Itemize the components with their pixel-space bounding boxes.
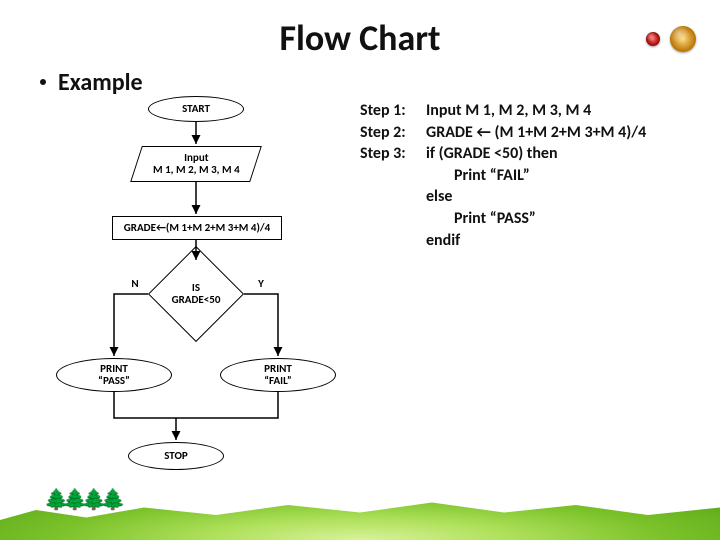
input-line1: Input xyxy=(184,151,208,164)
print-pass: PRINT “PASS” xyxy=(56,358,172,392)
decoration-spheres xyxy=(646,26,696,52)
step3-value: if (GRADE <50) then xyxy=(426,143,700,165)
fail-line1: PRINT xyxy=(264,362,292,375)
stop-terminal: STOP xyxy=(128,442,224,470)
sphere-gold-icon xyxy=(670,26,696,52)
print-fail: PRINT “FAIL” xyxy=(220,358,336,392)
fail-line2: “FAIL” xyxy=(264,374,291,387)
example-label: Example xyxy=(58,68,143,97)
stop-label: STOP xyxy=(164,450,188,462)
input-parallelogram: Input M 1, M 2, M 3, M 4 xyxy=(130,146,262,182)
step3-else-then: Print “PASS” xyxy=(426,208,700,230)
yes-label: Y xyxy=(252,276,270,292)
start-label: START xyxy=(182,103,210,115)
decision-line1: IS xyxy=(192,281,200,294)
no-label: N xyxy=(126,276,144,292)
start-terminal: START xyxy=(148,96,244,122)
step1-value: Input M 1, M 2, M 3, M 4 xyxy=(426,100,700,122)
steps-list: Step 1: Input M 1, M 2, M 3, M 4 Step 2:… xyxy=(360,100,700,251)
trees-icon: 🌲🌲🌲🌲 xyxy=(44,487,120,512)
decision-line2: GRADE<50 xyxy=(172,293,221,306)
step3-else: else xyxy=(426,186,700,208)
flowchart: START Input M 1, M 2, M 3, M 4 GRADE←(M … xyxy=(20,96,350,496)
input-line2: M 1, M 2, M 3, M 4 xyxy=(153,163,240,176)
step2-label: Step 2: xyxy=(360,122,426,144)
grade-process: GRADE←(M 1+M 2+M 3+M 4)/4 xyxy=(112,216,282,240)
step2-value: GRADE ← (M 1+M 2+M 3+M 4)/4 xyxy=(426,122,700,144)
step3-label: Step 3: xyxy=(360,143,426,165)
step3-then: Print “FAIL” xyxy=(426,165,700,187)
pass-line2: “PASS” xyxy=(98,374,130,387)
bullet-icon xyxy=(40,79,46,85)
page-title: Flow Chart xyxy=(0,16,720,60)
step3-endif: endif xyxy=(426,230,700,252)
step1-label: Step 1: xyxy=(360,100,426,122)
pass-line1: PRINT xyxy=(100,362,128,375)
grade-label: GRADE←(M 1+M 2+M 3+M 4)/4 xyxy=(124,222,270,234)
sphere-red-icon xyxy=(646,32,660,46)
example-heading: Example xyxy=(40,68,143,97)
decision-diamond: IS GRADE<50 xyxy=(148,262,244,326)
